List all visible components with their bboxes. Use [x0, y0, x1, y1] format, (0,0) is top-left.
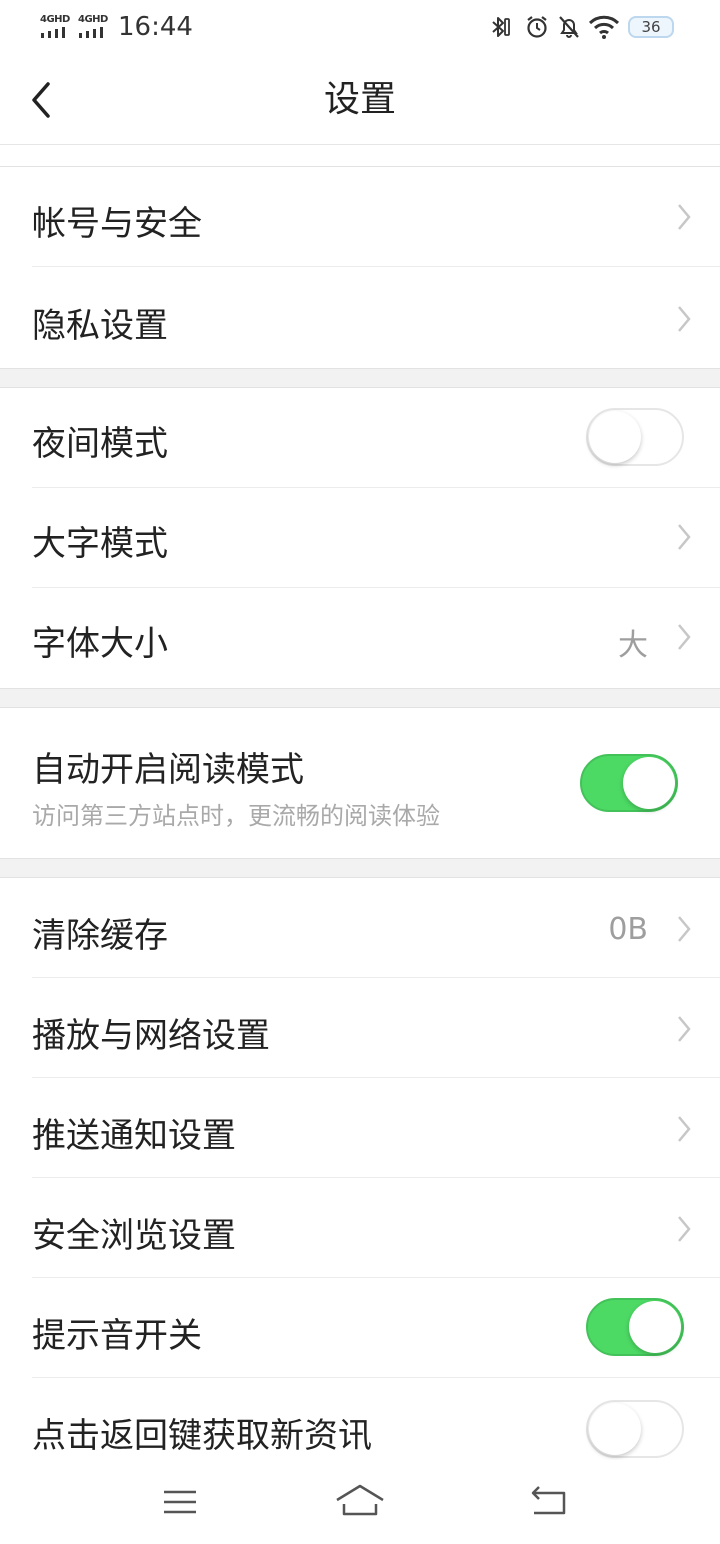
font-size-value: 大	[618, 628, 648, 663]
nav-bar: 设置	[0, 56, 720, 145]
section-gap	[0, 368, 720, 388]
row-privacy[interactable]: 隐私设置	[0, 268, 720, 368]
row-label: 大字模式	[32, 524, 168, 564]
row-safe-browsing[interactable]: 安全浏览设置	[0, 1178, 720, 1277]
chevron-right-icon	[678, 524, 691, 550]
row-night-mode[interactable]: 夜间模式	[0, 388, 720, 486]
status-bar: 4GHD 4GHD 16:44 36	[0, 0, 720, 56]
row-push-notifications[interactable]: 推送通知设置	[0, 1078, 720, 1177]
row-label: 隐私设置	[32, 306, 168, 346]
row-auto-reader-mode[interactable]: 自动开启阅读模式 访问第三方站点时，更流畅的阅读体验	[0, 708, 720, 858]
cellular-signal-2: 4GHD	[78, 14, 110, 40]
status-time: 16:44	[118, 12, 193, 42]
chevron-right-icon	[678, 1216, 691, 1242]
wifi-icon	[588, 15, 620, 39]
row-label: 安全浏览设置	[32, 1216, 236, 1256]
toggle-knob	[623, 757, 675, 809]
chevron-right-icon	[678, 306, 691, 332]
row-label: 自动开启阅读模式	[32, 750, 304, 790]
row-label: 提示音开关	[32, 1316, 202, 1356]
back-refresh-toggle[interactable]	[586, 1400, 684, 1458]
home-icon[interactable]	[332, 1480, 388, 1524]
row-back-refresh[interactable]: 点击返回键获取新资讯	[0, 1378, 720, 1460]
network-type-1: 4GHD	[40, 14, 70, 25]
bluetooth-icon	[492, 17, 510, 37]
return-icon[interactable]	[520, 1480, 576, 1524]
alarm-icon	[527, 16, 547, 38]
row-notification-sound[interactable]: 提示音开关	[0, 1278, 720, 1377]
row-label: 清除缓存	[32, 916, 168, 956]
cellular-signal-1: 4GHD	[40, 14, 72, 40]
toggle-knob	[589, 1403, 641, 1455]
row-label: 点击返回键获取新资讯	[32, 1416, 372, 1456]
sound-toggle[interactable]	[586, 1298, 684, 1356]
row-font-size[interactable]: 字体大小 大	[0, 588, 720, 688]
chevron-right-icon	[678, 1016, 691, 1042]
network-type-2: 4GHD	[78, 14, 108, 25]
row-account-security[interactable]: 帐号与安全	[0, 168, 720, 266]
cache-size-value: 0B	[608, 912, 648, 947]
row-label: 播放与网络设置	[32, 1016, 270, 1056]
chevron-right-icon	[678, 624, 691, 650]
section-gap	[0, 858, 720, 878]
divider	[32, 266, 720, 267]
section-gap	[0, 145, 720, 167]
row-description: 访问第三方站点时，更流畅的阅读体验	[32, 802, 440, 830]
row-play-network[interactable]: 播放与网络设置	[0, 978, 720, 1077]
menu-icon[interactable]	[152, 1480, 208, 1524]
toggle-knob	[629, 1301, 681, 1353]
night-mode-toggle[interactable]	[586, 408, 684, 466]
system-nav-bar	[0, 1460, 720, 1544]
battery-level: 36	[641, 18, 661, 36]
chevron-right-icon	[678, 916, 691, 942]
bell-off-icon	[559, 16, 579, 38]
row-label: 字体大小	[32, 624, 168, 664]
chevron-right-icon	[678, 204, 691, 230]
row-large-text[interactable]: 大字模式	[0, 488, 720, 587]
row-label: 推送通知设置	[32, 1116, 236, 1156]
row-clear-cache[interactable]: 清除缓存 0B	[0, 878, 720, 977]
auto-reader-toggle[interactable]	[580, 754, 678, 812]
battery-indicator: 36	[628, 16, 674, 38]
toggle-knob	[589, 411, 641, 463]
chevron-right-icon	[678, 1116, 691, 1142]
section-gap	[0, 688, 720, 708]
row-label: 帐号与安全	[32, 204, 202, 244]
row-label: 夜间模式	[32, 424, 168, 464]
page-title: 设置	[323, 79, 396, 120]
